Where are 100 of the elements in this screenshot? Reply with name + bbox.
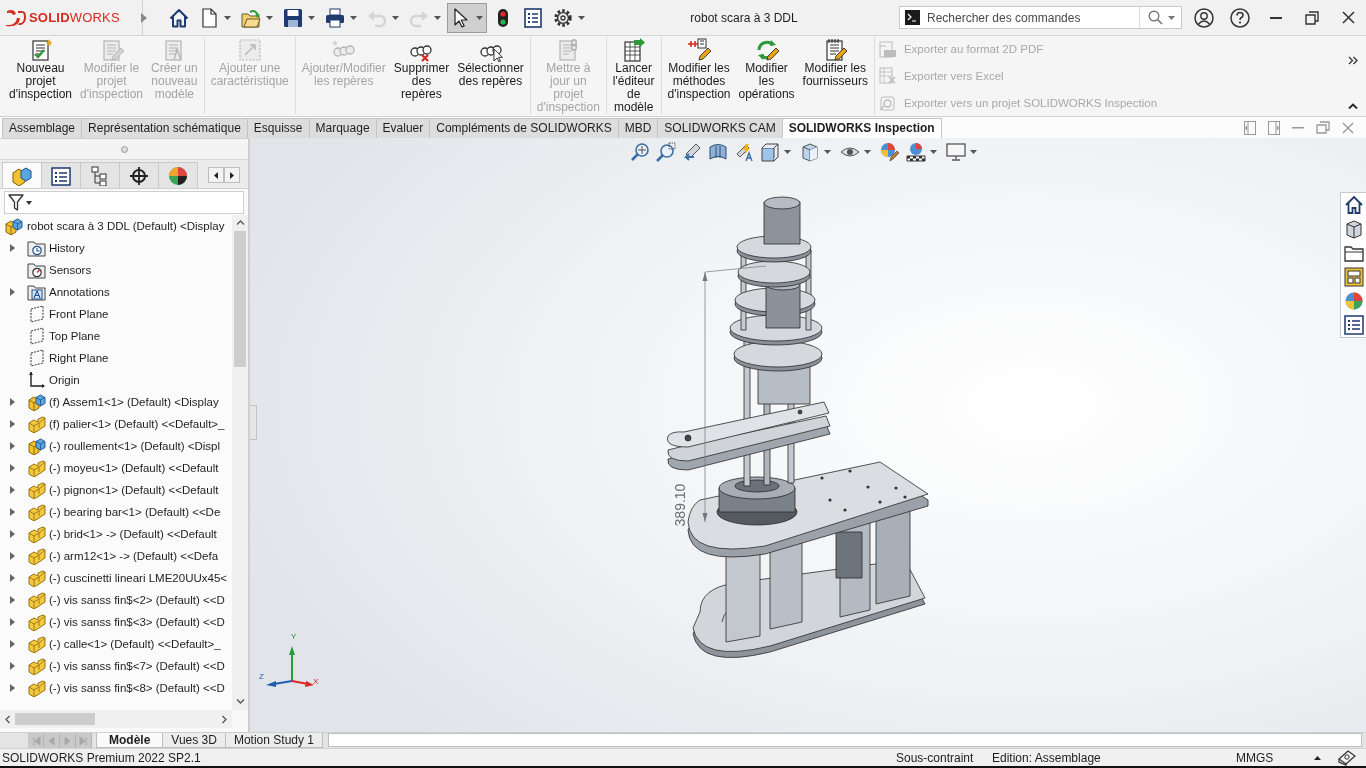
ribbon-button[interactable]: Sélectionner des repères bbox=[453, 37, 528, 114]
doc-minimize-icon[interactable] bbox=[1292, 126, 1304, 129]
tree-item[interactable]: (-) vis sanss fin$<3> (Default) <<D bbox=[0, 611, 225, 633]
doc-close-icon[interactable] bbox=[1342, 121, 1354, 134]
caret-icon[interactable] bbox=[266, 15, 273, 20]
cube-icon[interactable] bbox=[1343, 219, 1364, 239]
expand-arrow-icon[interactable] bbox=[9, 508, 15, 516]
expand-arrow-icon[interactable] bbox=[9, 574, 15, 582]
expand-arrow-icon[interactable] bbox=[9, 640, 15, 648]
zoom-to-fit-icon[interactable] bbox=[630, 142, 650, 162]
zoom-area-icon[interactable] bbox=[656, 142, 676, 162]
filter-icon[interactable] bbox=[8, 194, 24, 211]
tree-item[interactable]: Annotations bbox=[0, 281, 110, 303]
tile-left-icon[interactable] bbox=[1244, 120, 1256, 135]
tree-item[interactable]: (-) brid<1> -> (Default) <<Default bbox=[0, 523, 217, 545]
tree-item[interactable]: (-) calle<1> (Default) <<Default>_ bbox=[0, 633, 221, 655]
view-tab[interactable]: Modèle bbox=[96, 733, 164, 748]
view-cube-icon[interactable] bbox=[760, 142, 780, 162]
expand-menu-icon[interactable] bbox=[140, 12, 147, 23]
expand-arrow-icon[interactable] bbox=[9, 442, 15, 450]
tree-item[interactable]: (-) vis sanss fin$<8> (Default) <<D bbox=[0, 677, 225, 699]
caret-icon[interactable] bbox=[864, 150, 871, 154]
previous-view-icon[interactable] bbox=[682, 142, 702, 162]
tree-item[interactable]: robot scara à 3 DDL (Default) <Display bbox=[0, 215, 225, 237]
tree-item[interactable]: (-) cuscinetti lineari LME20UUx45< bbox=[0, 567, 227, 589]
monitor-icon[interactable] bbox=[946, 142, 966, 162]
panel-tab[interactable] bbox=[158, 162, 198, 188]
tree-item[interactable]: (-) bearing bar<1> (Default) <<De bbox=[0, 501, 221, 523]
horizontal-scrollbar[interactable] bbox=[0, 710, 232, 728]
scrollbar-thumb[interactable] bbox=[15, 713, 95, 725]
panel-tab[interactable] bbox=[41, 162, 81, 188]
ribbon-button[interactable]: Lancer l'éditeur de modèle bbox=[608, 37, 659, 114]
panel-collapse-handle[interactable] bbox=[250, 405, 257, 440]
caret-icon[interactable] bbox=[578, 15, 585, 20]
tree-item[interactable]: (-) moyeu<1> (Default) <<Default bbox=[0, 457, 219, 479]
more-commands-icon[interactable] bbox=[1348, 56, 1358, 65]
tree-item[interactable]: (-) pignon<1> (Default) <<Default bbox=[0, 479, 219, 501]
expand-arrow-icon[interactable] bbox=[9, 420, 15, 428]
ribbon-button[interactable]: Nouveau projet d'inspection bbox=[5, 37, 76, 114]
caret-icon[interactable] bbox=[26, 200, 32, 205]
tree-item[interactable]: (f) Assem1<1> (Default) <Display bbox=[0, 391, 219, 413]
box-icon[interactable] bbox=[1338, 749, 1356, 766]
expand-arrow-icon[interactable] bbox=[9, 464, 15, 472]
filter-field[interactable] bbox=[4, 191, 244, 214]
help-icon[interactable] bbox=[1230, 7, 1250, 28]
view-tab[interactable]: Motion Study 1 bbox=[224, 733, 323, 748]
ribbon-tab[interactable]: SOLIDWORKS CAM bbox=[657, 118, 783, 138]
dynamic-annotation-icon[interactable] bbox=[734, 142, 754, 162]
tree-item[interactable]: Origin bbox=[0, 369, 80, 391]
tree-item[interactable]: (-) vis sanss fin$<2> (Default) <<D bbox=[0, 589, 225, 611]
tree-item[interactable]: (-) arm12<1> -> (Default) <<Defa bbox=[0, 545, 219, 567]
expand-arrow-icon[interactable] bbox=[9, 552, 15, 560]
ribbon-tab[interactable]: Marquage bbox=[308, 118, 377, 138]
vertical-scrollbar[interactable] bbox=[232, 215, 248, 710]
expand-arrow-icon[interactable] bbox=[9, 486, 15, 494]
expand-arrow-icon[interactable] bbox=[9, 662, 15, 670]
minimize-icon[interactable] bbox=[1270, 16, 1282, 19]
view-tab[interactable]: Vues 3D bbox=[162, 733, 226, 748]
caret-icon[interactable] bbox=[224, 15, 231, 20]
caret-icon[interactable] bbox=[784, 150, 791, 154]
caret-up-icon[interactable] bbox=[1313, 755, 1321, 760]
tree-item[interactable]: Top Plane bbox=[0, 325, 101, 347]
tree-item[interactable]: Right Plane bbox=[0, 347, 109, 369]
expand-arrow-icon[interactable] bbox=[9, 244, 15, 252]
view-palette-icon[interactable] bbox=[1343, 267, 1364, 287]
caret-icon[interactable] bbox=[970, 150, 977, 154]
ribbon-button[interactable]: Modifier les méthodes d'inspection bbox=[663, 37, 735, 114]
ribbon-tab[interactable]: Evaluer bbox=[375, 118, 431, 138]
ribbon-tab[interactable]: Représentation schématique bbox=[81, 118, 248, 138]
tree-item[interactable]: (-) vis sanss fin$<7> (Default) <<D bbox=[0, 655, 225, 677]
expand-arrow-icon[interactable] bbox=[9, 398, 15, 406]
ribbon-tab[interactable]: MBD bbox=[617, 118, 659, 138]
expand-arrow-icon[interactable] bbox=[9, 684, 15, 692]
user-icon[interactable] bbox=[1194, 7, 1214, 28]
scene-icon[interactable] bbox=[906, 142, 926, 162]
search-box[interactable]: Rechercher des commandes bbox=[899, 6, 1182, 29]
properties-list-icon[interactable] bbox=[1343, 315, 1364, 335]
units-selector[interactable]: MMGS bbox=[1236, 750, 1274, 765]
select-button[interactable] bbox=[447, 2, 487, 33]
scrollbar-thumb[interactable] bbox=[234, 231, 246, 367]
ribbon-tab[interactable]: Compléments de SOLIDWORKS bbox=[429, 118, 619, 138]
caret-icon[interactable] bbox=[350, 15, 357, 20]
tree-item[interactable]: Front Plane bbox=[0, 303, 109, 325]
scroll-right-button[interactable] bbox=[224, 167, 240, 183]
panel-tab[interactable] bbox=[119, 162, 159, 188]
caret-icon[interactable] bbox=[824, 150, 831, 154]
expand-arrow-icon[interactable] bbox=[9, 288, 15, 296]
ribbon-button[interactable]: Modifier les fournisseurs bbox=[798, 37, 872, 114]
ribbon-tab[interactable]: Esquisse bbox=[246, 118, 310, 138]
search-field[interactable]: Rechercher des commandes bbox=[923, 8, 1139, 27]
ribbon-button[interactable]: Modifier les opérations bbox=[734, 37, 799, 114]
tree-item[interactable]: Sensors bbox=[0, 259, 92, 281]
tree-item[interactable]: History bbox=[0, 237, 85, 259]
ribbon-tab[interactable]: SOLIDWORKS Inspection bbox=[781, 118, 942, 138]
shaded-cube-icon[interactable] bbox=[800, 142, 820, 162]
folder-icon[interactable] bbox=[1343, 243, 1364, 263]
collapse-ribbon-icon[interactable] bbox=[1348, 103, 1358, 109]
expand-arrow-icon[interactable] bbox=[9, 618, 15, 626]
expand-arrow-icon[interactable] bbox=[9, 596, 15, 604]
restore-icon[interactable] bbox=[1305, 10, 1319, 25]
